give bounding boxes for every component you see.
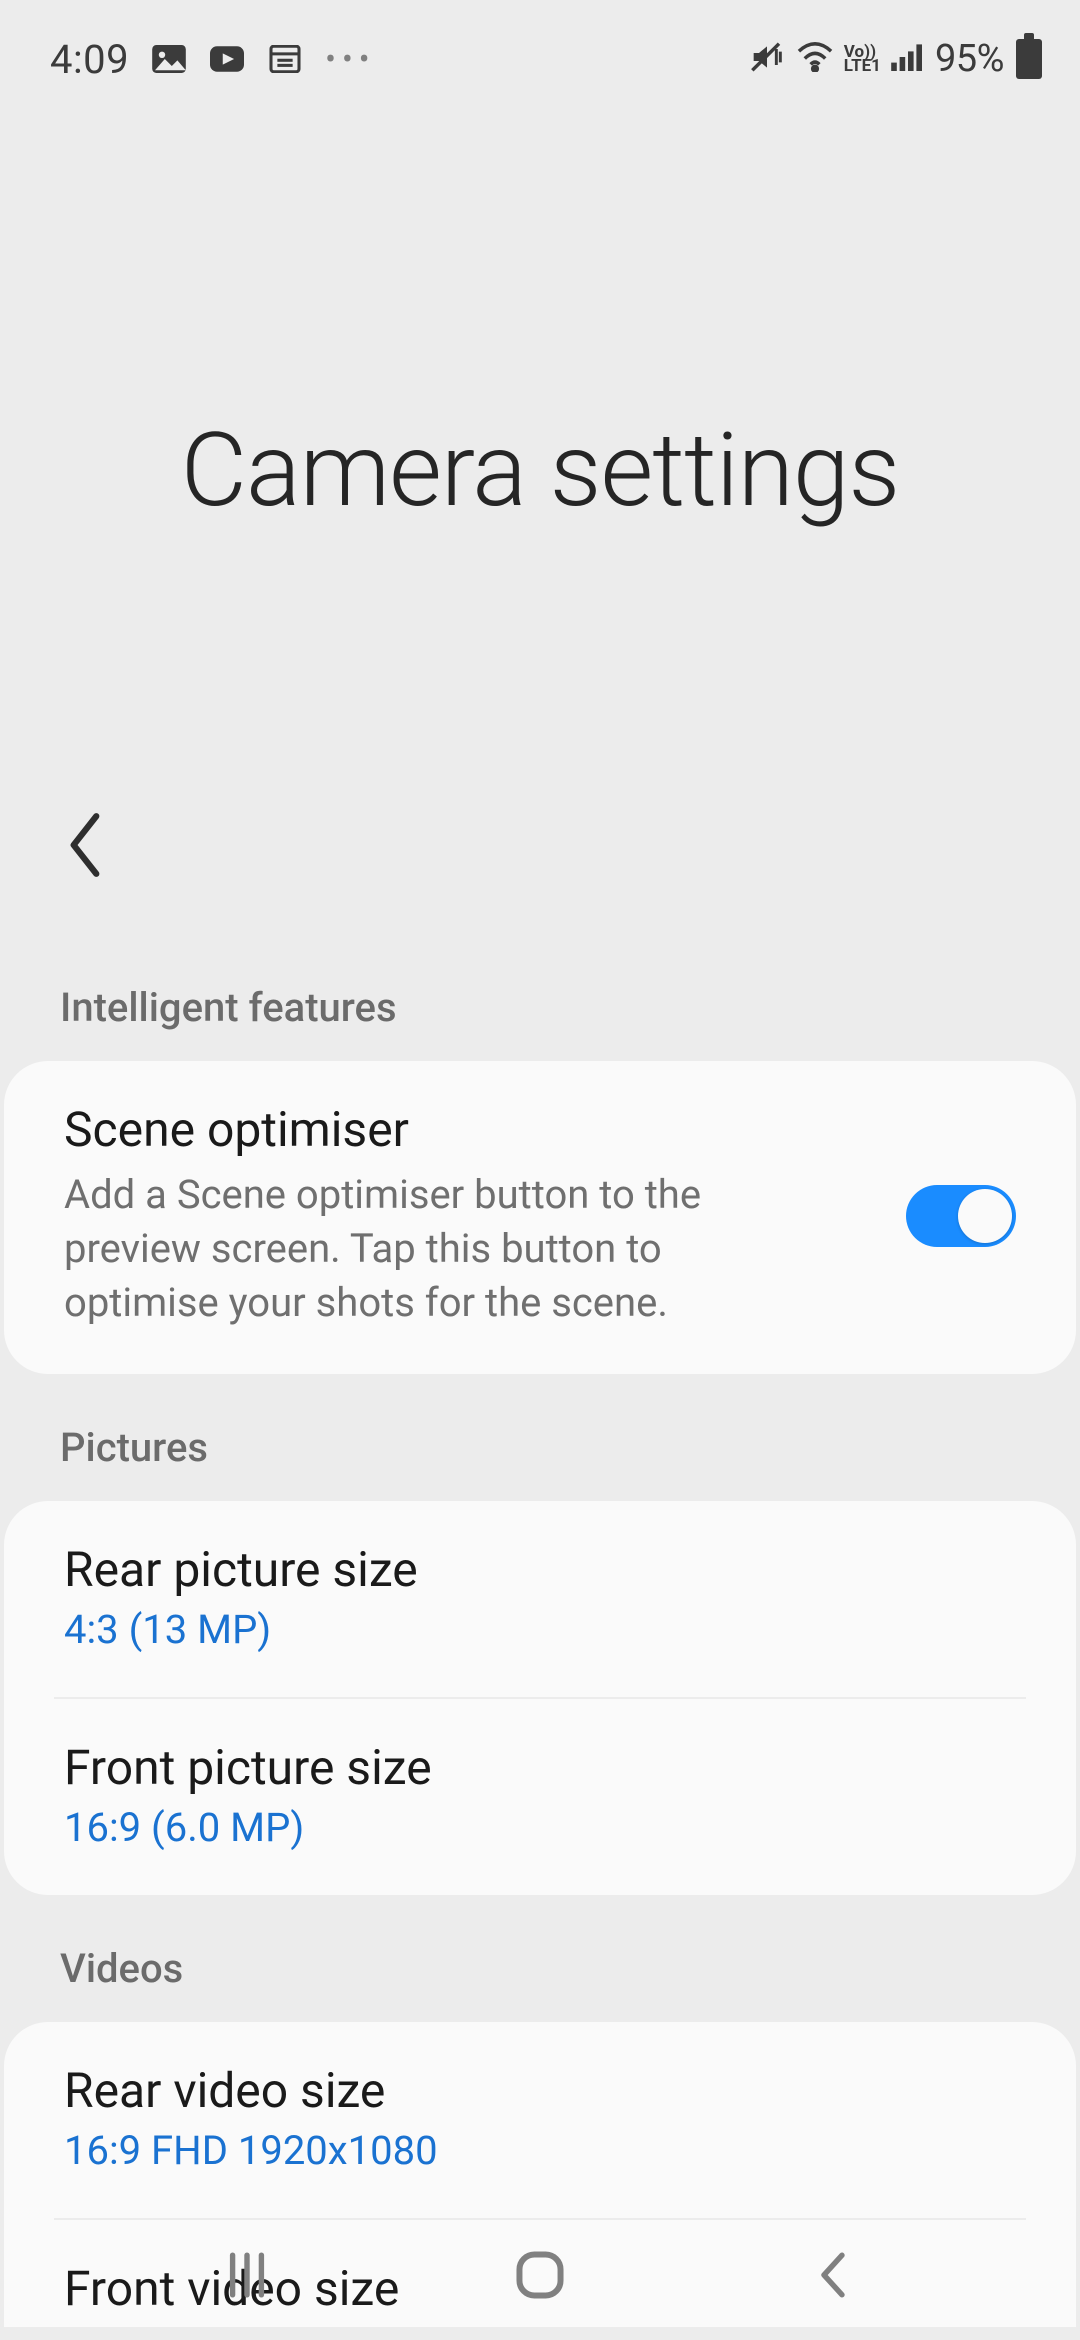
status-bar: 4:09 ••• Vo))LTE1 95%	[0, 0, 1080, 90]
youtube-icon	[209, 45, 245, 73]
row-front-picture-size[interactable]: Front picture size 16:9 (6.0 MP)	[4, 1699, 1076, 1895]
battery-icon	[1016, 39, 1042, 79]
status-time: 4:09	[50, 36, 129, 83]
nav-home-button[interactable]	[500, 2245, 580, 2305]
toggle-knob	[958, 1189, 1012, 1243]
scene-optimiser-title: Scene optimiser	[64, 1101, 876, 1158]
nav-recent-button[interactable]	[207, 2245, 287, 2305]
section-header-intelligent: Intelligent features	[0, 884, 1080, 1061]
page-title: Camera settings	[0, 410, 1080, 530]
rear-video-value: 16:9 FHD 1920x1080	[64, 2127, 1016, 2174]
section-header-pictures: Pictures	[0, 1374, 1080, 1501]
volte-icon: Vo))LTE1	[844, 45, 881, 74]
mute-vibrate-icon	[748, 41, 786, 77]
scene-optimiser-toggle[interactable]	[906, 1185, 1016, 1247]
row-rear-video-size[interactable]: Rear video size 16:9 FHD 1920x1080	[4, 2022, 1076, 2218]
status-right: Vo))LTE1 95%	[748, 37, 1042, 81]
rear-picture-title: Rear picture size	[64, 1541, 1016, 1598]
row-rear-picture-size[interactable]: Rear picture size 4:3 (13 MP)	[4, 1501, 1076, 1697]
back-button[interactable]	[62, 810, 1080, 884]
signal-icon	[891, 43, 925, 75]
scene-optimiser-desc: Add a Scene optimiser button to the prev…	[64, 1168, 824, 1330]
status-left: 4:09 •••	[50, 36, 376, 83]
wifi-icon	[796, 42, 834, 76]
rear-picture-value: 4:3 (13 MP)	[64, 1606, 1016, 1653]
front-picture-value: 16:9 (6.0 MP)	[64, 1804, 1016, 1851]
front-picture-title: Front picture size	[64, 1739, 1016, 1796]
card-pictures: Rear picture size 4:3 (13 MP) Front pict…	[4, 1501, 1076, 1895]
nav-bar	[0, 2210, 1080, 2340]
rear-video-title: Rear video size	[64, 2062, 1016, 2119]
battery-percentage: 95%	[935, 37, 1004, 81]
more-icon: •••	[325, 40, 375, 78]
news-icon	[267, 45, 303, 73]
row-scene-optimiser[interactable]: Scene optimiser Add a Scene optimiser bu…	[4, 1061, 1076, 1374]
nav-back-button[interactable]	[793, 2245, 873, 2305]
gallery-icon	[151, 45, 187, 73]
section-header-videos: Videos	[0, 1895, 1080, 2022]
card-intelligent: Scene optimiser Add a Scene optimiser bu…	[4, 1061, 1076, 1374]
